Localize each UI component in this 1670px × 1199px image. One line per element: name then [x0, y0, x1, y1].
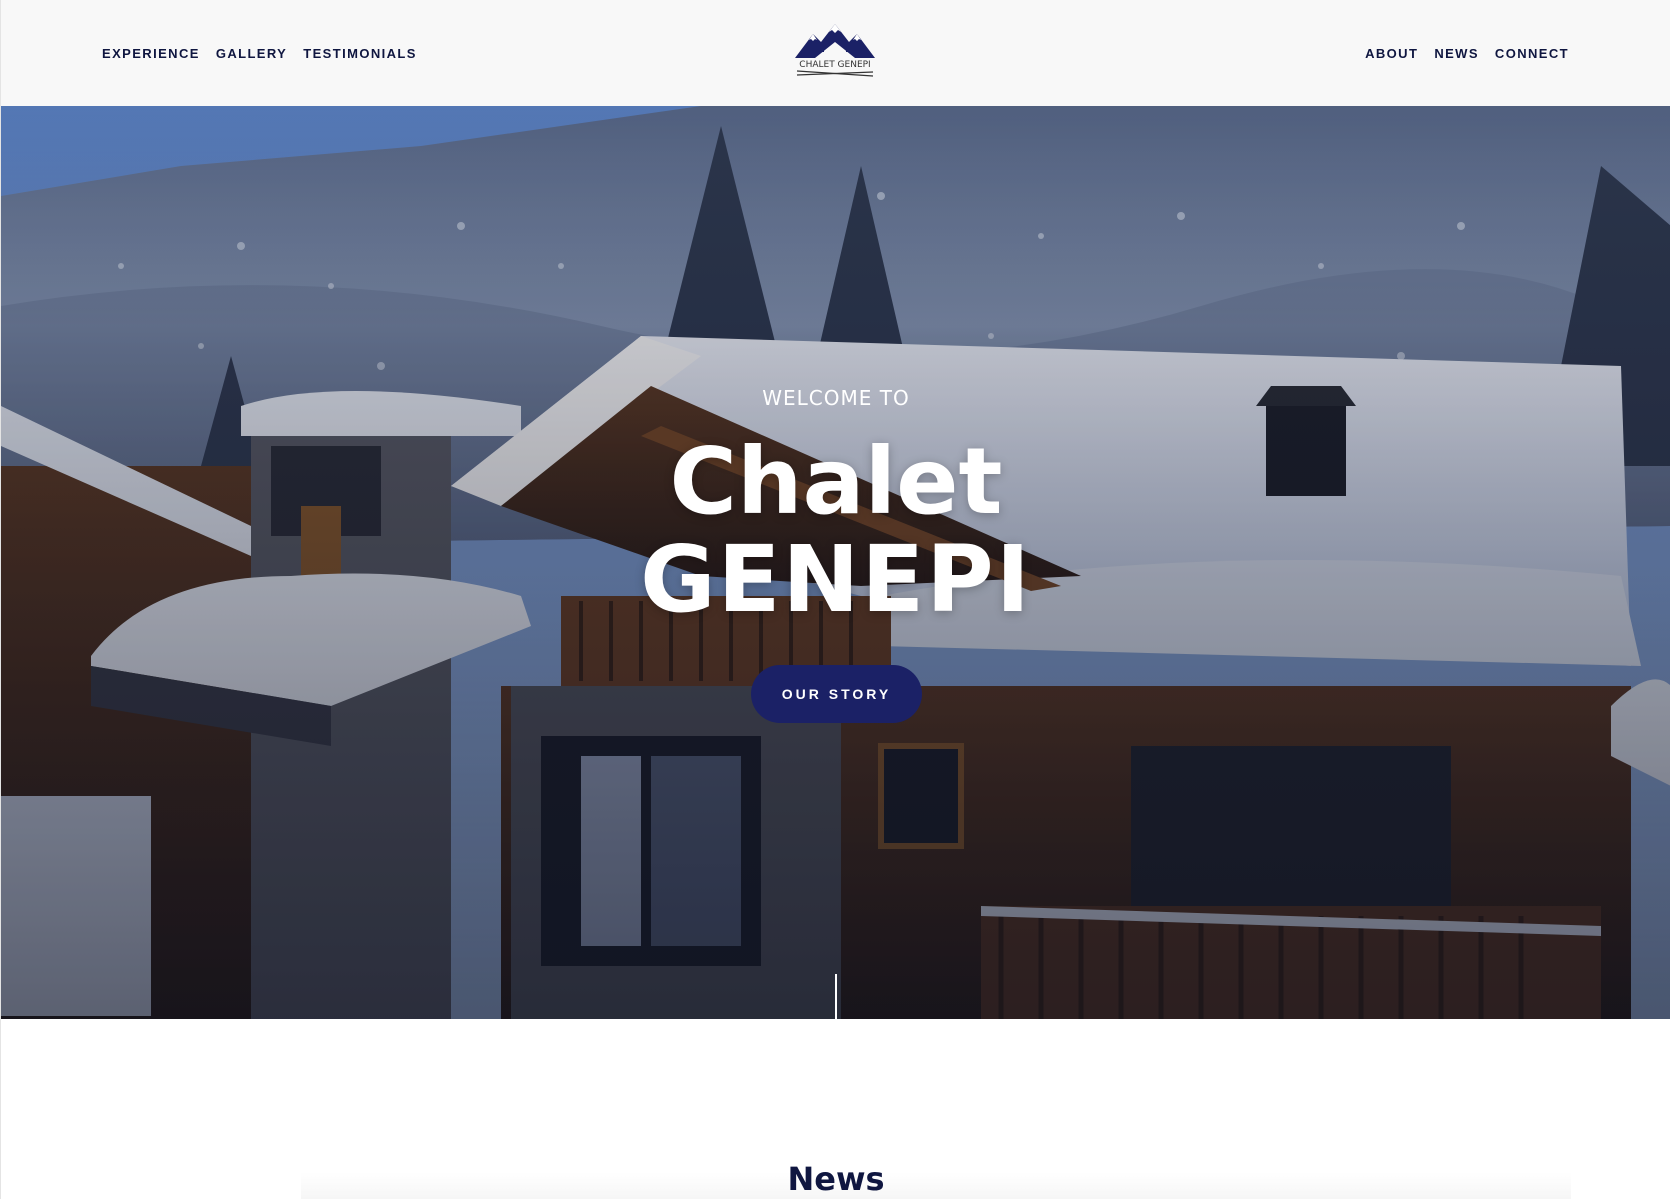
nav-connect[interactable]: CONNECT	[1495, 46, 1569, 61]
nav-testimonials[interactable]: TESTIMONIALS	[303, 46, 417, 61]
svg-text:CHALET GENEPI: CHALET GENEPI	[799, 60, 870, 70]
right-nav: ABOUT NEWS CONNECT	[1365, 46, 1569, 61]
scroll-indicator-line	[835, 974, 837, 1019]
hero-section: WELCOME TO Chalet GENEPI OUR STORY	[1, 106, 1670, 1019]
hero-title-genepi: GENEPI	[640, 526, 1032, 633]
nav-experience[interactable]: EXPERIENCE	[102, 46, 200, 61]
page: EXPERIENCE GALLERY TESTIMONIALS CHALET G…	[0, 0, 1670, 1199]
news-heading: News	[787, 1160, 885, 1198]
nav-gallery[interactable]: GALLERY	[216, 46, 287, 61]
hero-title-chalet: Chalet	[669, 428, 1003, 535]
logo-mountain-icon: CHALET GENEPI	[795, 24, 875, 77]
our-story-button[interactable]: OUR STORY	[751, 665, 922, 723]
left-nav: EXPERIENCE GALLERY TESTIMONIALS	[102, 46, 417, 61]
nav-news[interactable]: NEWS	[1434, 46, 1479, 61]
nav-about[interactable]: ABOUT	[1365, 46, 1418, 61]
hero-welcome-text: WELCOME TO	[762, 386, 910, 410]
chalet-genepi-logo[interactable]: CHALET GENEPI	[791, 20, 879, 82]
site-header: EXPERIENCE GALLERY TESTIMONIALS CHALET G…	[1, 0, 1670, 106]
